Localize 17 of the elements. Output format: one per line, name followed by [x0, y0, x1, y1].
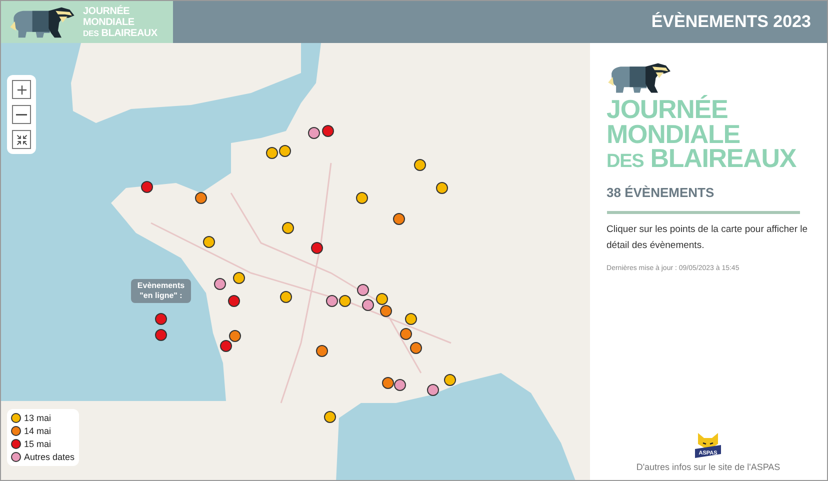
plus-icon	[14, 82, 28, 96]
logo-wordmark: JOURNÉE MONDIALE DES BLAIREAUX	[83, 6, 158, 38]
online-events-label: Evènements "en ligne" :	[131, 279, 191, 303]
logo-wordmark: JOURNÉE MONDIALE DES BLAIREAUX	[606, 97, 798, 172]
zoom-in-button[interactable]	[12, 80, 31, 99]
aspas-link[interactable]: D'autres infos sur le site de l'ASPAS	[636, 460, 780, 474]
legend-label: Autres dates	[24, 451, 75, 463]
page-title: ÉVÈNEMENTS 2023	[651, 11, 812, 34]
event-count: 38 ÉVÈNEMENTS	[606, 184, 716, 202]
fit-view-button[interactable]	[12, 130, 31, 149]
instructions-text: Cliquer sur les points de la carte pour afficher le détail des évènements.	[606, 222, 809, 253]
legend-label: 15 mai	[24, 438, 52, 450]
legend-label: 14 mai	[24, 425, 52, 437]
shrink-icon	[16, 134, 28, 146]
legend-label: 13 mai	[24, 412, 52, 424]
minus-icon	[16, 114, 27, 116]
zoom-out-button[interactable]	[12, 105, 31, 124]
